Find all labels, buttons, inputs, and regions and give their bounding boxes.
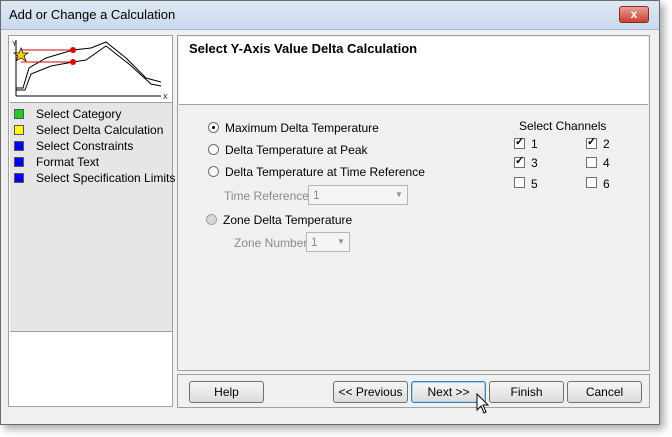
step-status-icon	[14, 109, 24, 119]
check-icon: ✓	[587, 136, 597, 148]
time-reference-value: 1	[313, 188, 320, 202]
chevron-down-icon: ▼	[395, 190, 403, 199]
wizard-sidebar: Y X Select Category Select Delta Calcula…	[8, 35, 176, 407]
close-button[interactable]: x	[619, 6, 649, 23]
radio-label: Delta Temperature at Time Reference	[225, 165, 425, 179]
content-panel: Select Y-Axis Value Delta Calculation Ma…	[177, 35, 650, 371]
help-button[interactable]: Help	[189, 381, 264, 403]
radio-label: Maximum Delta Temperature	[225, 121, 379, 135]
close-icon: x	[630, 7, 638, 21]
step-status-icon	[14, 157, 24, 167]
step-status-icon	[14, 125, 24, 135]
cancel-button[interactable]: Cancel	[567, 381, 642, 403]
radio-label: Zone Delta Temperature	[223, 213, 353, 227]
channel-label: 1	[531, 137, 538, 151]
channel-2-checkbox[interactable]: ✓	[586, 136, 597, 149]
check-icon: ✓	[515, 155, 525, 167]
page-title: Select Y-Axis Value Delta Calculation	[189, 41, 418, 56]
channel-1-checkbox[interactable]: ✓	[514, 136, 525, 149]
channel-label: 4	[603, 156, 610, 170]
radio-button[interactable]	[208, 122, 219, 133]
step-format-text: Format Text	[14, 154, 172, 170]
chevron-down-icon: ▼	[337, 237, 345, 246]
channel-4-checkbox[interactable]	[586, 157, 597, 168]
step-label: Format Text	[36, 155, 100, 169]
channel-label: 5	[531, 177, 538, 191]
next-button[interactable]: Next >>	[411, 381, 486, 403]
delta-chart-thumbnail: Y X	[12, 40, 168, 100]
zone-number-select[interactable]: 1 ▼	[306, 232, 350, 252]
check-icon: ✓	[515, 136, 525, 148]
finish-button[interactable]: Finish	[489, 381, 564, 403]
previous-button[interactable]: << Previous	[333, 381, 408, 403]
step-label: Select Delta Calculation	[36, 123, 164, 137]
y-axis-label: Y	[12, 41, 17, 48]
channel-label: 2	[603, 137, 610, 151]
title-bar: Add or Change a Calculation x	[1, 1, 659, 30]
mouse-pointer-icon	[476, 393, 490, 414]
channels-title: Select Channels	[519, 119, 607, 133]
zone-number-label: Zone Number	[234, 236, 308, 250]
step-label: Select Category	[36, 107, 122, 121]
step-select-constraints: Select Constraints	[14, 138, 172, 154]
radio-button[interactable]	[208, 144, 219, 155]
time-reference-label: Time Reference	[224, 189, 309, 203]
channel-3-checkbox[interactable]: ✓	[514, 155, 525, 168]
radio-button[interactable]	[208, 166, 219, 177]
step-select-category: Select Category	[14, 106, 172, 122]
step-label: Select Specification Limits	[36, 171, 176, 185]
x-axis-label: X	[163, 94, 168, 100]
channel-label: 6	[603, 177, 610, 191]
zone-number-value: 1	[311, 235, 318, 249]
time-reference-select[interactable]: 1 ▼	[308, 185, 408, 205]
channel-6-checkbox[interactable]	[586, 177, 597, 188]
radio-button[interactable]	[206, 214, 217, 225]
channel-5-checkbox[interactable]	[514, 177, 525, 188]
step-header: Select Y-Axis Value Delta Calculation	[179, 37, 648, 105]
step-select-specification-limits: Select Specification Limits	[14, 170, 176, 186]
step-label: Select Constraints	[36, 139, 134, 153]
radio-label: Delta Temperature at Peak	[225, 143, 368, 157]
step-status-icon	[14, 141, 24, 151]
button-bar: Help << Previous Next >> Finish Cancel	[177, 374, 650, 408]
channel-label: 3	[531, 156, 538, 170]
step-status-icon	[14, 173, 24, 183]
wizard-steps: Select Category Select Delta Calculation…	[10, 102, 176, 332]
step-select-delta-calculation: Select Delta Calculation	[14, 122, 172, 138]
window-title: Add or Change a Calculation	[9, 7, 176, 22]
